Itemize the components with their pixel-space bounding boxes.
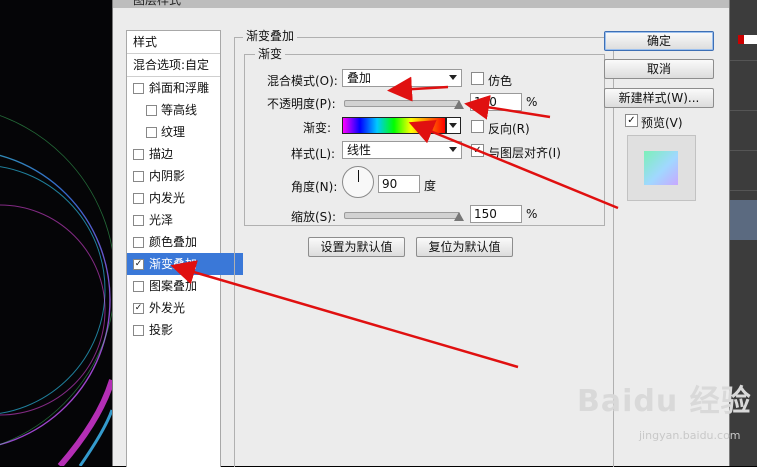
dither-label: 仿色 (488, 74, 513, 88)
style-item[interactable]: 光泽 (127, 209, 220, 231)
align-with-layer-checkbox[interactable] (471, 144, 484, 157)
gradient-picker[interactable] (342, 117, 446, 134)
blend-mode-value: 叠加 (347, 71, 372, 85)
style-item-checkbox[interactable] (133, 215, 144, 226)
style-item-label: 图案叠加 (149, 279, 198, 293)
preview-swatch (644, 151, 678, 185)
style-item[interactable]: 斜面和浮雕 (127, 77, 220, 99)
scale-input[interactable]: 150 (470, 205, 522, 223)
angle-label: 角度(N): (291, 180, 338, 194)
style-item-checkbox[interactable] (146, 105, 157, 116)
opacity-label: 不透明度(P): (267, 97, 336, 111)
gradient-style-select[interactable]: 线性 (342, 141, 462, 159)
scale-slider-thumb[interactable] (454, 212, 464, 221)
reverse-checkbox[interactable] (471, 120, 484, 133)
dialog-title: 图层样式 (133, 0, 182, 7)
style-item-checkbox[interactable] (133, 193, 144, 204)
angle-dial-hand (358, 170, 359, 182)
new-style-button[interactable]: 新建样式(W)... (604, 88, 714, 108)
style-item-label: 内发光 (149, 191, 186, 205)
gradient-style-value: 线性 (347, 143, 372, 157)
canvas-artwork (0, 0, 112, 466)
group-title: 渐变 (255, 45, 286, 62)
style-list-panel: 样式 混合选项:自定 斜面和浮雕等高线纹理描边内阴影内发光光泽颜色叠加渐变叠加图… (126, 30, 243, 467)
angle-input[interactable]: 90 (378, 175, 420, 193)
style-item[interactable]: 图案叠加 (127, 275, 220, 297)
blend-options-item[interactable]: 混合选项:自定 (127, 54, 220, 77)
chevron-down-icon (449, 147, 457, 152)
style-item-label: 渐变叠加 (149, 257, 198, 271)
baidu-watermark-url: jingyan.baidu.com (639, 429, 741, 442)
style-label: 样式(L): (291, 147, 336, 161)
preview-checkbox[interactable] (625, 114, 638, 127)
style-item-checkbox[interactable] (133, 83, 144, 94)
chevron-down-icon (449, 75, 457, 80)
style-item-label: 等高线 (161, 103, 198, 117)
glow-rings-graphic (0, 115, 112, 466)
chevron-down-icon (449, 123, 457, 128)
reverse-label: 反向(R) (488, 122, 530, 136)
style-item-checkbox[interactable] (133, 259, 144, 270)
style-item[interactable]: 等高线 (127, 99, 220, 121)
opacity-unit: % (526, 95, 538, 109)
blend-mode-label: 混合模式(O): (267, 74, 338, 88)
style-item-checkbox[interactable] (133, 303, 144, 314)
gradient-label: 渐变: (303, 121, 332, 135)
style-item-label: 内阴影 (149, 169, 186, 183)
ok-button[interactable]: 确定 (604, 31, 714, 51)
style-item[interactable]: 内发光 (127, 187, 220, 209)
style-item-label: 描边 (149, 147, 174, 161)
style-item-checkbox[interactable] (133, 325, 144, 336)
style-item-checkbox[interactable] (133, 281, 144, 292)
style-item[interactable]: 纹理 (127, 121, 220, 143)
opacity-slider-thumb[interactable] (454, 100, 464, 109)
style-item[interactable]: 外发光 (127, 297, 220, 319)
scale-unit: % (526, 207, 538, 221)
style-item[interactable]: 渐变叠加 (127, 253, 243, 275)
angle-dial[interactable] (342, 166, 374, 198)
gradient-dropdown-button[interactable] (446, 117, 461, 134)
angle-unit: 度 (424, 179, 437, 193)
style-item-label: 斜面和浮雕 (149, 81, 210, 95)
style-item[interactable]: 投影 (127, 319, 220, 341)
style-list-header[interactable]: 样式 (127, 31, 220, 54)
scale-slider[interactable] (344, 212, 464, 221)
style-item-label: 外发光 (149, 301, 186, 315)
set-default-button[interactable]: 设置为默认值 (308, 237, 405, 257)
style-item-checkbox[interactable] (133, 237, 144, 248)
style-item[interactable]: 描边 (127, 143, 220, 165)
opacity-slider[interactable] (344, 100, 464, 109)
align-label: 与图层对齐(I) (488, 146, 561, 160)
style-item-checkbox[interactable] (133, 171, 144, 182)
style-item-checkbox[interactable] (133, 149, 144, 160)
blend-mode-select[interactable]: 叠加 (342, 69, 462, 87)
dither-checkbox[interactable] (471, 72, 484, 85)
preview-label: 预览(V) (641, 116, 683, 130)
style-items: 斜面和浮雕等高线纹理描边内阴影内发光光泽颜色叠加渐变叠加图案叠加外发光投影 (127, 77, 243, 341)
section-title: 渐变叠加 (243, 27, 298, 44)
style-item-checkbox[interactable] (146, 127, 157, 138)
baidu-watermark: Baidu 经验 (577, 384, 752, 419)
style-item-label: 颜色叠加 (149, 235, 198, 249)
style-item[interactable]: 内阴影 (127, 165, 220, 187)
style-preview-thumbnail (627, 135, 696, 201)
cancel-button[interactable]: 取消 (604, 59, 714, 79)
scale-label: 缩放(S): (291, 210, 337, 224)
dialog-titlebar[interactable]: 图层样式 (113, 0, 729, 8)
style-item-label: 纹理 (161, 125, 186, 139)
style-item[interactable]: 颜色叠加 (127, 231, 220, 253)
opacity-input[interactable]: 100 (470, 93, 522, 111)
reset-default-button[interactable]: 复位为默认值 (416, 237, 513, 257)
style-item-label: 投影 (149, 323, 174, 337)
style-item-label: 光泽 (149, 213, 174, 227)
